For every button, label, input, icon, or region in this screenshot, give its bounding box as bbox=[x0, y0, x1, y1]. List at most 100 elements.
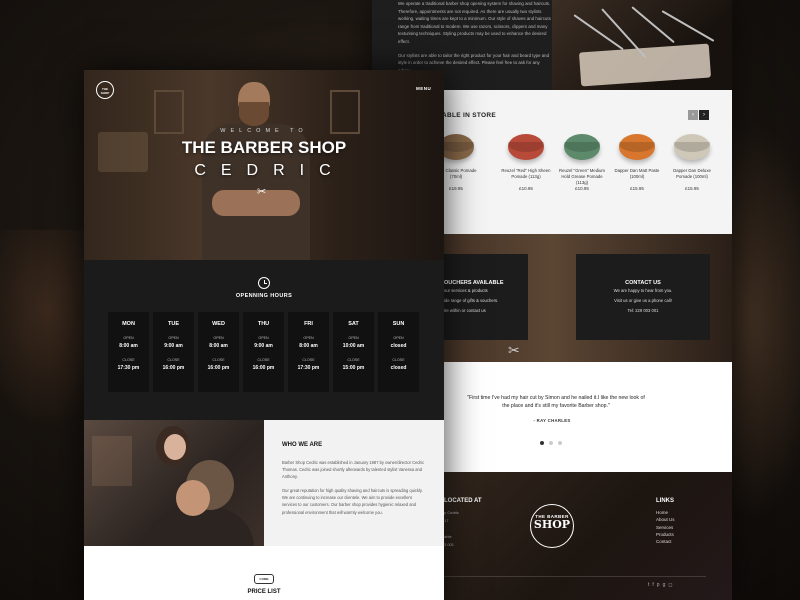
product-name: Reuzel "Red" High Sheen Pomade (113g) bbox=[501, 168, 551, 179]
address-line: 17 bbox=[444, 518, 449, 523]
close-time: closed bbox=[390, 365, 407, 371]
product-image bbox=[564, 134, 600, 160]
product-image bbox=[674, 134, 710, 160]
who-we-are-section: WHO WE ARE Barber Shop Cedric was establ… bbox=[84, 420, 444, 546]
hero-subtitle: CEDRIC bbox=[194, 162, 346, 179]
site-logo[interactable]: THE SHOP bbox=[96, 81, 114, 99]
instagram-icon[interactable]: ◻ bbox=[668, 582, 675, 588]
open-time: 9:00 am bbox=[254, 343, 273, 349]
address-line: 3 001 bbox=[444, 542, 455, 547]
open-label: OPEN bbox=[393, 336, 404, 340]
day-name: FRI bbox=[304, 321, 313, 327]
open-time: 8:00 am bbox=[299, 343, 318, 349]
open-label: OPEN bbox=[123, 336, 134, 340]
testimonial-quote: "First time I've had my hair cut by Simo… bbox=[467, 395, 645, 409]
close-label: CLOSE bbox=[167, 358, 180, 362]
social-icons: tfpg◻ bbox=[648, 582, 676, 588]
product-name: Dapper Dan Deluxe Pomade (100ml) bbox=[673, 168, 711, 179]
product-card[interactable]: Reuzel "Red" High Sheen Pomade (113g) £1… bbox=[500, 134, 552, 191]
product-card[interactable]: Reuzel "Green" Medium Hold Grease Pomade… bbox=[556, 134, 608, 191]
scissors-icon: ✂ bbox=[508, 342, 520, 358]
hours-title: OPENNING HOURS bbox=[235, 293, 293, 299]
client-face bbox=[176, 480, 210, 516]
footer-link-services[interactable]: Services bbox=[656, 524, 675, 531]
close-label: CLOSE bbox=[302, 358, 315, 362]
close-time: 16:00 pm bbox=[252, 365, 275, 371]
close-label: CLOSE bbox=[347, 358, 360, 362]
close-label: CLOSE bbox=[212, 358, 225, 362]
opening-hours-section: OPENNING HOURS MON OPEN 8:00 am CLOSE 17:30 … bbox=[84, 260, 444, 420]
day-name: THU bbox=[257, 321, 270, 327]
logo-text: SHOP bbox=[100, 91, 110, 95]
close-time: 16:00 pm bbox=[162, 365, 185, 371]
about-text: We operate a traditional barber shop ope… bbox=[398, 0, 552, 80]
close-label: CLOSE bbox=[257, 358, 270, 362]
product-price: £15.95 bbox=[630, 186, 644, 191]
address-line: p Cedric bbox=[444, 510, 459, 515]
hero-section: THE SHOP MENU WELCOME TO THE BARBER SHOP… bbox=[84, 70, 444, 260]
barber-tools-image bbox=[552, 0, 732, 90]
footer-link-contact[interactable]: Contact bbox=[656, 538, 675, 545]
day-card-fri: FRI OPEN 8:00 am CLOSE 17:30 pm bbox=[288, 312, 329, 392]
barber-beard bbox=[239, 102, 269, 126]
contact-box: CONTACT US We are happy to hear from you… bbox=[576, 254, 710, 340]
footer-link-about[interactable]: About Us bbox=[656, 516, 675, 523]
day-card-wed: WED OPEN 8:00 am CLOSE 16:00 pm bbox=[198, 312, 239, 392]
open-time: 9:00 am bbox=[164, 343, 183, 349]
towel-image bbox=[578, 43, 712, 87]
open-label: OPEN bbox=[348, 336, 359, 340]
day-card-mon: MON OPEN 8:00 am CLOSE 17:30 pm bbox=[108, 312, 149, 392]
product-price: £10.95 bbox=[519, 186, 533, 191]
footer-link-home[interactable]: Home bbox=[656, 509, 675, 516]
footer-divider bbox=[444, 576, 706, 577]
day-card-sun: SUN OPEN closed CLOSE closed bbox=[378, 312, 419, 392]
barber-arms bbox=[212, 190, 300, 216]
open-label: OPEN bbox=[213, 336, 224, 340]
who-we-are-text: WHO WE ARE Barber Shop Cedric was establ… bbox=[264, 420, 444, 546]
links-title: LINKS bbox=[656, 498, 674, 504]
open-time: 10:00 am bbox=[342, 343, 365, 349]
day-name: SUN bbox=[392, 321, 405, 327]
price-list-title: PRICE LIST bbox=[247, 589, 281, 595]
hero-welcome: WELCOME TO bbox=[220, 128, 308, 134]
who-we-are-paragraph: Barber Shop Cedric was established in Ja… bbox=[282, 460, 424, 480]
day-card-tue: TUE OPEN 9:00 am CLOSE 16:00 pm bbox=[153, 312, 194, 392]
close-time: 16:00 pm bbox=[207, 365, 230, 371]
product-name: Dapper Dan Matt Paste (100ml) bbox=[614, 168, 660, 179]
day-card-sat: SAT OPEN 10:00 am CLOSE 15:00 pm bbox=[333, 312, 374, 392]
located-title: LOCATED AT bbox=[444, 498, 482, 504]
product-card[interactable]: Dapper Dan Deluxe Pomade (100ml) £15.95 bbox=[666, 134, 718, 191]
contact-phone[interactable]: Tel: 229 003 001 bbox=[576, 306, 710, 316]
carousel-next-button[interactable]: › bbox=[699, 110, 709, 120]
day-name: TUE bbox=[168, 321, 179, 327]
product-image bbox=[619, 134, 655, 160]
who-we-are-paragraph: Our great reputation for high quality sh… bbox=[282, 488, 423, 515]
close-time: 15:00 pm bbox=[342, 365, 365, 371]
open-label: OPEN bbox=[168, 336, 179, 340]
logo-text: SHOP bbox=[533, 518, 571, 531]
barber-at-work-photo bbox=[84, 420, 264, 546]
carousel-prev-button[interactable]: ‹ bbox=[688, 110, 698, 120]
who-we-are-title: WHO WE ARE bbox=[282, 442, 323, 448]
product-card[interactable]: Dapper Dan Matt Paste (100ml) £15.95 bbox=[611, 134, 663, 191]
pagination-dot[interactable] bbox=[540, 441, 544, 445]
open-time: 8:00 am bbox=[209, 343, 228, 349]
about-paragraph: We operate a traditional barber shop ope… bbox=[398, 1, 551, 44]
price-list-section: COMB PRICE LIST bbox=[84, 546, 444, 600]
close-label: CLOSE bbox=[392, 358, 405, 362]
footer-logo[interactable]: THE BARBER SHOP bbox=[530, 504, 574, 548]
product-price: £15.95 bbox=[685, 186, 699, 191]
pagination-dot[interactable] bbox=[549, 441, 553, 445]
products-title: ABLE IN STORE bbox=[442, 112, 496, 119]
menu-button[interactable]: MENU bbox=[416, 86, 431, 91]
open-label: OPEN bbox=[303, 336, 314, 340]
stylist-face bbox=[164, 434, 186, 460]
contact-line: Visit us or give us a phone call! bbox=[614, 298, 672, 303]
day-name: MON bbox=[122, 321, 135, 327]
comb-icon: COMB bbox=[254, 574, 274, 584]
contact-line: We are happy to hear from you. bbox=[613, 288, 673, 293]
scissors-image bbox=[573, 14, 624, 51]
footer-link-products[interactable]: Products bbox=[656, 531, 675, 538]
footer-links: Home About Us Services Products Contact bbox=[656, 509, 675, 545]
pagination-dot[interactable] bbox=[558, 441, 562, 445]
